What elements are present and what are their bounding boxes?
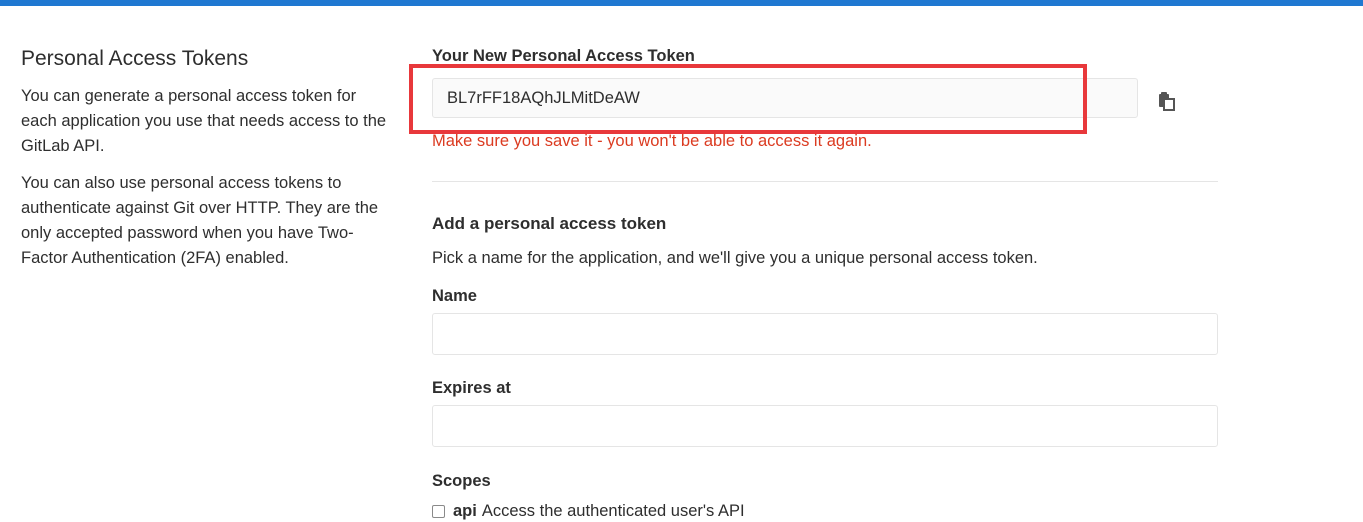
new-token-label: Your New Personal Access Token: [432, 47, 695, 65]
sidebar-paragraph-1: You can generate a personal access token…: [21, 87, 387, 155]
clipboard-icon[interactable]: [1157, 91, 1177, 111]
api-scope-checkbox[interactable]: [432, 504, 445, 518]
name-label: Name: [432, 287, 477, 305]
sidebar-info: Personal Access Tokens You can generate …: [21, 44, 396, 283]
scopes-label: Scopes: [432, 472, 491, 490]
add-token-title: Add a personal access token: [432, 214, 667, 233]
expires-at-label: Expires at: [432, 379, 511, 397]
scope-name: api: [453, 502, 477, 520]
add-token-description: Pick a name for the application, and we'…: [432, 249, 1038, 267]
new-token-field[interactable]: BL7rFF18AQhJLMitDeAW: [432, 78, 1138, 118]
page-title: Personal Access Tokens: [21, 47, 249, 70]
scope-description: Access the authenticated user's API: [481, 502, 745, 520]
save-token-warning: Make sure you save it - you won't be abl…: [432, 132, 872, 150]
sidebar-paragraph-2: You can also use personal access tokens …: [21, 174, 379, 267]
name-input[interactable]: [432, 313, 1218, 355]
new-token-row: BL7rFF18AQhJLMitDeAW: [432, 78, 1218, 120]
expires-at-input[interactable]: [432, 405, 1218, 447]
scope-item-api: api Access the authenticated user's API: [432, 500, 745, 522]
top-accent-bar: [0, 0, 1363, 6]
divider: [432, 181, 1218, 182]
